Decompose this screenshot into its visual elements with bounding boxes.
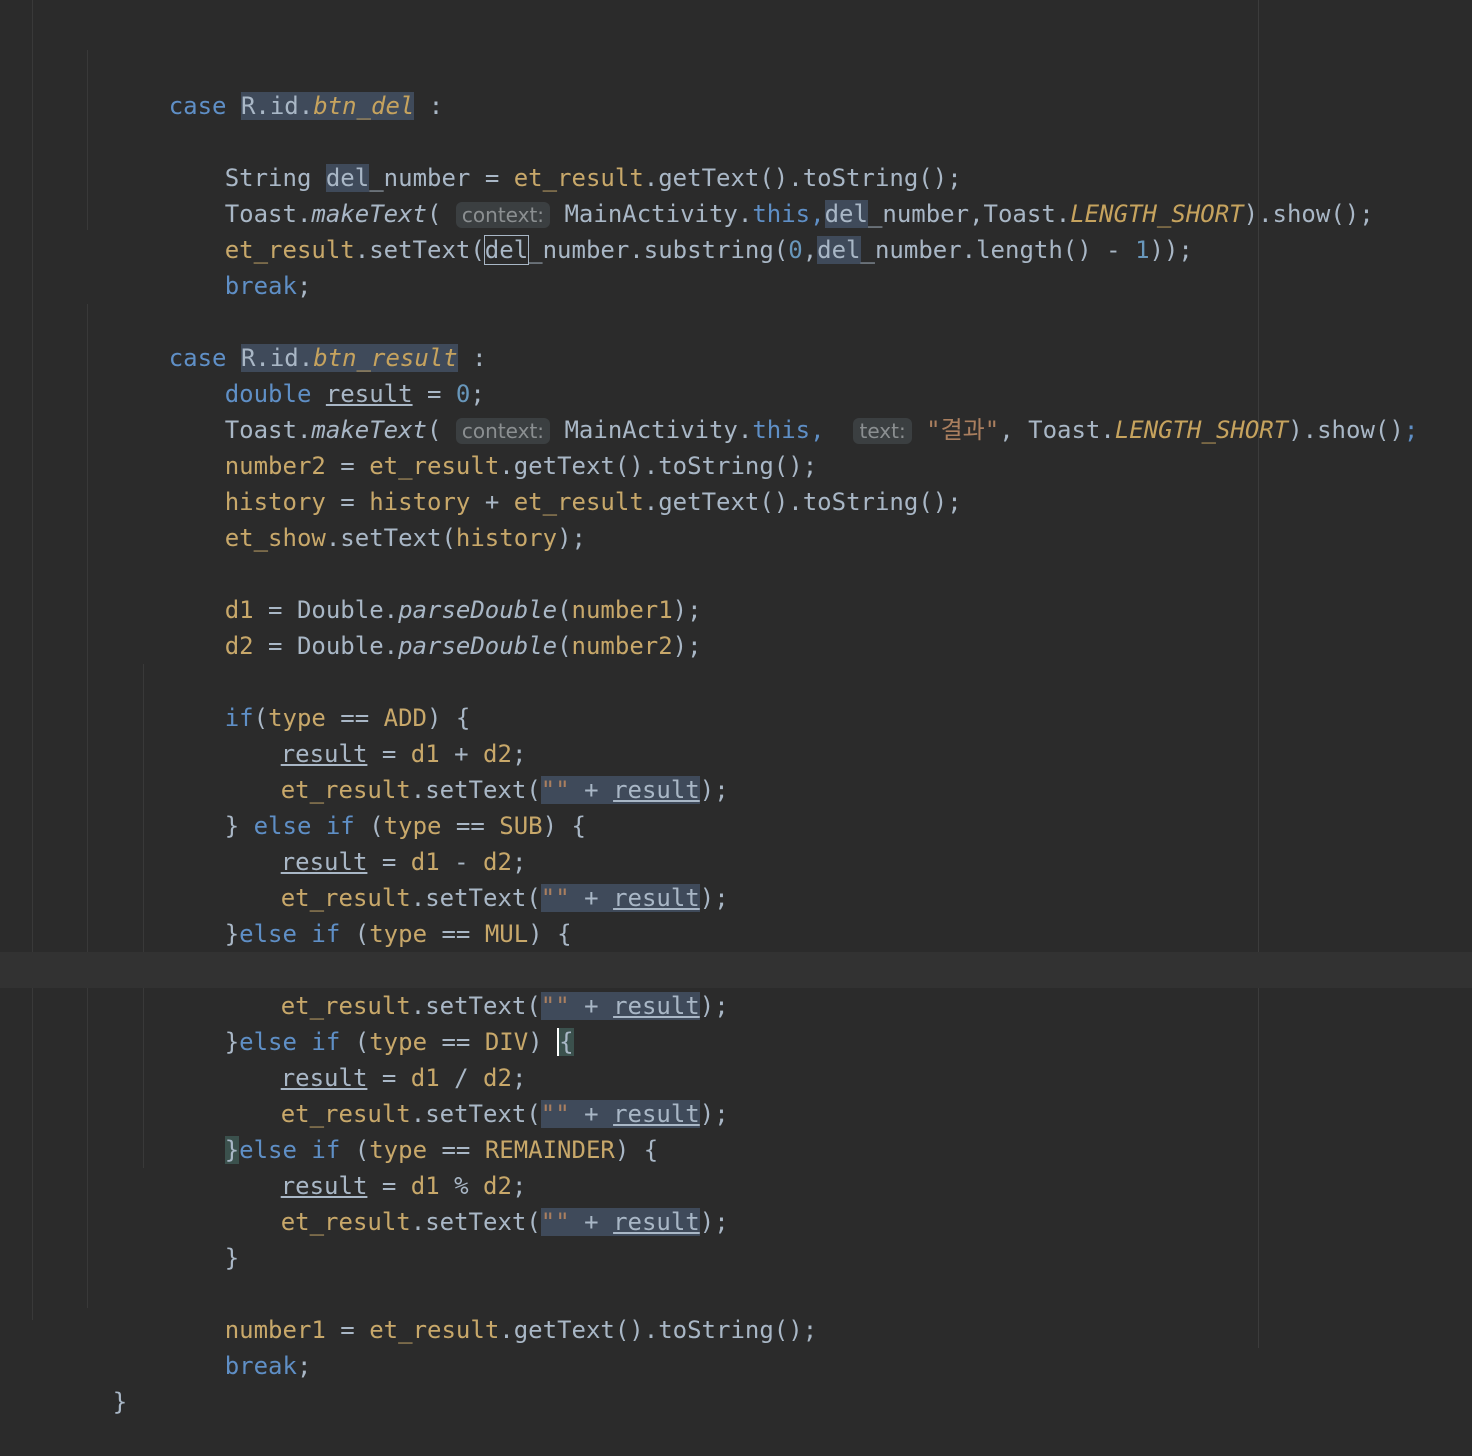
code-token: break — [224, 1352, 297, 1380]
code-line[interactable]: String del_number = et_result.getText().… — [0, 88, 1472, 192]
code-token: ); — [699, 1208, 729, 1236]
code-line[interactable]: d2 = Double.parseDouble(number2); — [0, 556, 1472, 660]
code-line[interactable]: break; — [0, 1276, 1472, 1380]
code-line[interactable]: et_show.setText(history); — [0, 448, 1472, 552]
code-line[interactable]: result = d1 * d2; — [0, 880, 1472, 984]
code-line[interactable]: } else if (type == SUB) { — [0, 736, 1472, 840]
code-line[interactable]: } — [0, 1312, 1472, 1416]
code-line[interactable]: d1 = Double.parseDouble(number1); — [0, 520, 1472, 624]
code-line[interactable]: et_result.setText("" + result); — [0, 1132, 1472, 1236]
code-token: ; — [296, 1352, 312, 1380]
code-line[interactable]: Toast.makeText( context: MainActivity.th… — [0, 340, 1472, 444]
code-token: "" + result — [540, 1208, 700, 1236]
code-token: et_result — [280, 1208, 411, 1236]
code-line[interactable]: case R.id.btn_del : — [0, 16, 1472, 120]
code-token: } — [112, 1388, 128, 1416]
code-line[interactable]: double result = 0; — [0, 304, 1472, 408]
code-token: 0 — [788, 236, 803, 264]
code-token: 1 — [1135, 236, 1150, 264]
code-line[interactable]: et_result.setText("" + result); — [0, 1024, 1472, 1128]
code-token: .getText().toString(); — [643, 488, 962, 516]
code-line[interactable]: number1 = et_result.getText().toString()… — [0, 1240, 1472, 1344]
code-line[interactable]: result = d1 + d2; — [0, 664, 1472, 768]
code-line[interactable]: } — [0, 1168, 1472, 1272]
code-token: .setText( — [354, 236, 485, 264]
code-token: _number.length() - — [860, 236, 1136, 264]
code-line[interactable]: history = history + et_result.getText().… — [0, 412, 1472, 516]
code-editor[interactable]: case R.id.btn_del : String del_number = … — [0, 0, 1472, 1416]
code-token: del — [817, 236, 861, 264]
code-line[interactable]: Toast.makeText( context: MainActivity.th… — [0, 124, 1472, 228]
code-line[interactable]: et_result.setText(del_number.substring(0… — [0, 160, 1472, 265]
code-line[interactable]: result = d1 - d2; — [0, 772, 1472, 876]
code-line[interactable]: case R.id.btn_result : — [0, 268, 1472, 372]
code-token: _number.substring( — [528, 236, 789, 264]
code-token: , — [802, 236, 818, 264]
code-line[interactable]: result = d1 % d2; — [0, 1096, 1472, 1200]
code-line-current[interactable]: }else if (type == DIV) { — [0, 952, 1472, 1056]
code-line[interactable]: result = d1 / d2; — [0, 988, 1472, 1092]
code-token: del — [483, 235, 530, 265]
code-line[interactable]: et_result.setText("" + result); — [0, 916, 1472, 1020]
code-token: )); — [1149, 236, 1193, 264]
code-line[interactable]: break; — [0, 196, 1472, 300]
code-line[interactable]: if(type == ADD) { — [0, 628, 1472, 732]
code-line[interactable]: }else if (type == MUL) { — [0, 844, 1472, 948]
code-line[interactable]: et_result.setText("" + result); — [0, 808, 1472, 912]
code-line[interactable]: }else if (type == REMAINDER) { — [0, 1060, 1472, 1164]
code-token: .setText( — [410, 1208, 541, 1236]
code-line[interactable]: et_result.setText("" + result); — [0, 700, 1472, 804]
code-line[interactable]: number2 = et_result.getText().toString()… — [0, 376, 1472, 480]
